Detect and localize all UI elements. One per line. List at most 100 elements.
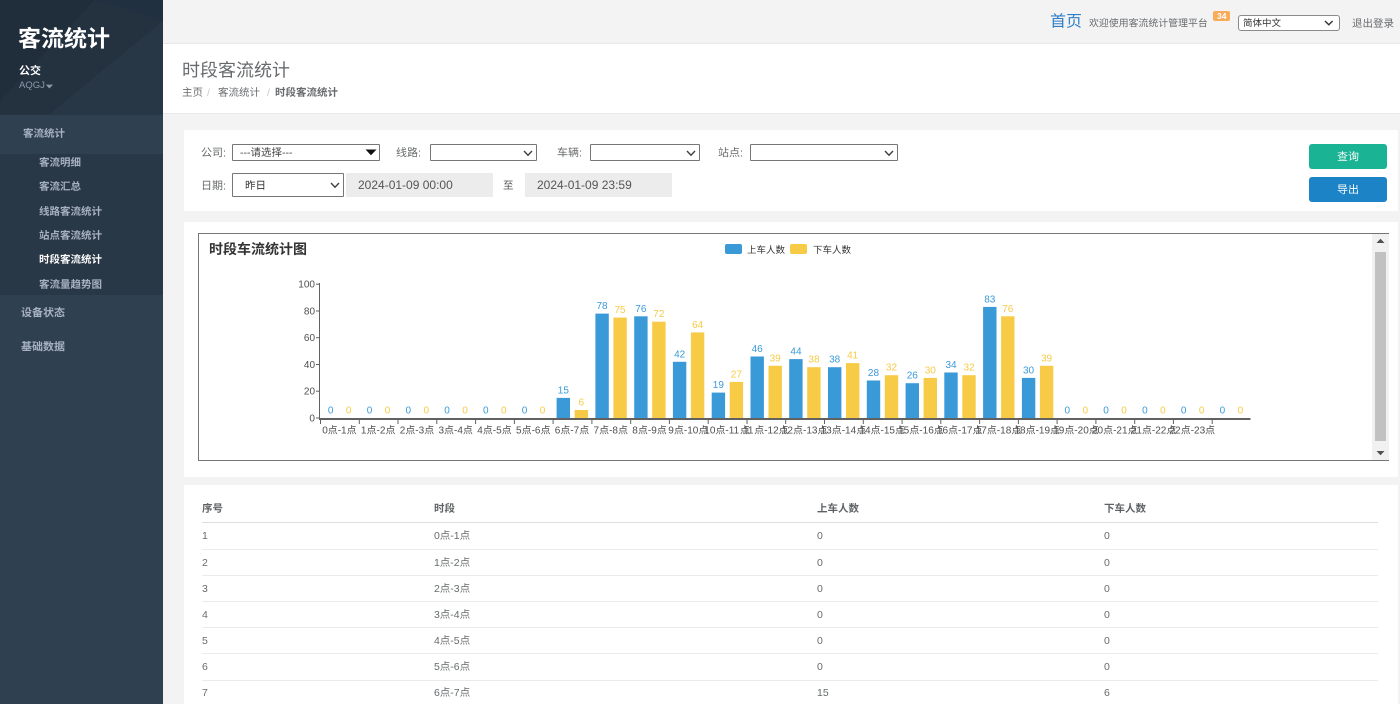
svg-text:5: 5 <box>434 661 440 673</box>
svg-text:-8: -8 <box>609 426 618 437</box>
svg-text:76: 76 <box>1002 304 1014 315</box>
svg-text:3: 3 <box>434 609 440 621</box>
svg-text:-5: -5 <box>493 426 502 437</box>
svg-text:0: 0 <box>483 406 489 417</box>
svg-text:3: 3 <box>439 426 445 437</box>
svg-text:-3: -3 <box>450 582 459 594</box>
svg-text:22: 22 <box>1170 426 1182 437</box>
svg-text:38: 38 <box>829 355 841 366</box>
svg-text:32: 32 <box>964 363 976 374</box>
svg-text:10: 10 <box>704 426 716 437</box>
svg-text:7: 7 <box>594 426 600 437</box>
svg-text:100: 100 <box>298 280 315 291</box>
svg-text:-7: -7 <box>570 426 579 437</box>
svg-text:0: 0 <box>1104 530 1110 542</box>
svg-text:4: 4 <box>202 609 208 621</box>
svg-text:0: 0 <box>1104 661 1110 673</box>
svg-text:19: 19 <box>1053 426 1065 437</box>
svg-text:9: 9 <box>668 426 674 437</box>
svg-text:6: 6 <box>579 398 585 409</box>
svg-text:0: 0 <box>540 406 546 417</box>
svg-text:17: 17 <box>976 426 988 437</box>
svg-text:-13: -13 <box>803 426 818 437</box>
svg-text:75: 75 <box>615 305 627 316</box>
svg-text:15: 15 <box>558 385 570 396</box>
svg-text:0: 0 <box>462 406 468 417</box>
svg-text:-21: -21 <box>1113 426 1128 437</box>
svg-text:7: 7 <box>202 687 208 699</box>
svg-text:0: 0 <box>522 406 528 417</box>
svg-text:0: 0 <box>817 635 823 647</box>
svg-text:42: 42 <box>674 349 686 360</box>
svg-text:83: 83 <box>984 294 996 305</box>
svg-text:3: 3 <box>202 582 208 594</box>
svg-text:6: 6 <box>202 661 208 673</box>
svg-text:-3: -3 <box>415 426 424 437</box>
svg-text:30: 30 <box>1023 365 1035 376</box>
svg-text:0: 0 <box>424 406 430 417</box>
svg-text:0: 0 <box>1121 406 1127 417</box>
svg-text:76: 76 <box>635 304 647 315</box>
svg-text:0: 0 <box>309 414 315 425</box>
svg-text:0: 0 <box>434 530 440 542</box>
svg-text:0: 0 <box>817 609 823 621</box>
svg-text:-4: -4 <box>450 609 459 621</box>
svg-text:0: 0 <box>367 406 373 417</box>
svg-text:60: 60 <box>304 333 316 344</box>
svg-text:0: 0 <box>817 661 823 673</box>
svg-text:0: 0 <box>328 406 334 417</box>
svg-text:40: 40 <box>304 360 316 371</box>
svg-text:1: 1 <box>361 426 367 437</box>
svg-text:0: 0 <box>1142 406 1148 417</box>
svg-text:19: 19 <box>713 380 725 391</box>
svg-text:64: 64 <box>692 320 704 331</box>
svg-text:28: 28 <box>868 368 880 379</box>
svg-text:39: 39 <box>770 353 782 364</box>
svg-text:-23: -23 <box>1191 426 1206 437</box>
svg-text:1: 1 <box>202 530 208 542</box>
svg-text:-2: -2 <box>450 556 459 568</box>
svg-text:0: 0 <box>1160 406 1166 417</box>
svg-text:-20: -20 <box>1074 426 1089 437</box>
svg-text:0: 0 <box>817 582 823 594</box>
svg-text:0: 0 <box>444 406 450 417</box>
svg-text:-1: -1 <box>450 530 459 542</box>
svg-text:78: 78 <box>597 301 609 312</box>
svg-text:30: 30 <box>925 365 937 376</box>
svg-text:0: 0 <box>1103 406 1109 417</box>
svg-text:-2: -2 <box>377 426 386 437</box>
svg-text:12: 12 <box>782 426 794 437</box>
svg-text:39: 39 <box>1041 353 1053 364</box>
svg-text:27: 27 <box>731 369 743 380</box>
svg-text:0: 0 <box>1199 406 1205 417</box>
svg-text:0: 0 <box>1104 609 1110 621</box>
svg-text:1: 1 <box>434 556 440 568</box>
svg-text:0: 0 <box>501 406 507 417</box>
svg-text:5: 5 <box>516 426 522 437</box>
svg-text:0: 0 <box>817 530 823 542</box>
svg-text:46: 46 <box>752 344 764 355</box>
svg-text:0: 0 <box>817 556 823 568</box>
svg-text:2: 2 <box>400 426 406 437</box>
svg-text:32: 32 <box>886 363 898 374</box>
svg-text:15: 15 <box>898 426 910 437</box>
svg-text:5: 5 <box>202 635 208 647</box>
svg-text:20: 20 <box>1092 426 1104 437</box>
svg-text:38: 38 <box>808 355 820 366</box>
svg-text:0: 0 <box>1104 635 1110 647</box>
svg-text:13: 13 <box>821 426 833 437</box>
svg-text:0: 0 <box>1083 406 1089 417</box>
svg-text:0: 0 <box>1104 556 1110 568</box>
svg-text:0: 0 <box>1238 406 1244 417</box>
svg-text:-10: -10 <box>684 426 699 437</box>
svg-text:34: 34 <box>946 360 958 371</box>
svg-text:-15: -15 <box>881 426 896 437</box>
svg-text:21: 21 <box>1131 426 1143 437</box>
svg-text:4: 4 <box>477 426 483 437</box>
svg-text:6: 6 <box>434 687 440 699</box>
svg-text:-17: -17 <box>958 426 973 437</box>
svg-text:-5: -5 <box>450 635 459 647</box>
svg-text:-11: -11 <box>725 426 739 437</box>
svg-text:0: 0 <box>1181 406 1187 417</box>
svg-text:-4: -4 <box>454 426 463 437</box>
